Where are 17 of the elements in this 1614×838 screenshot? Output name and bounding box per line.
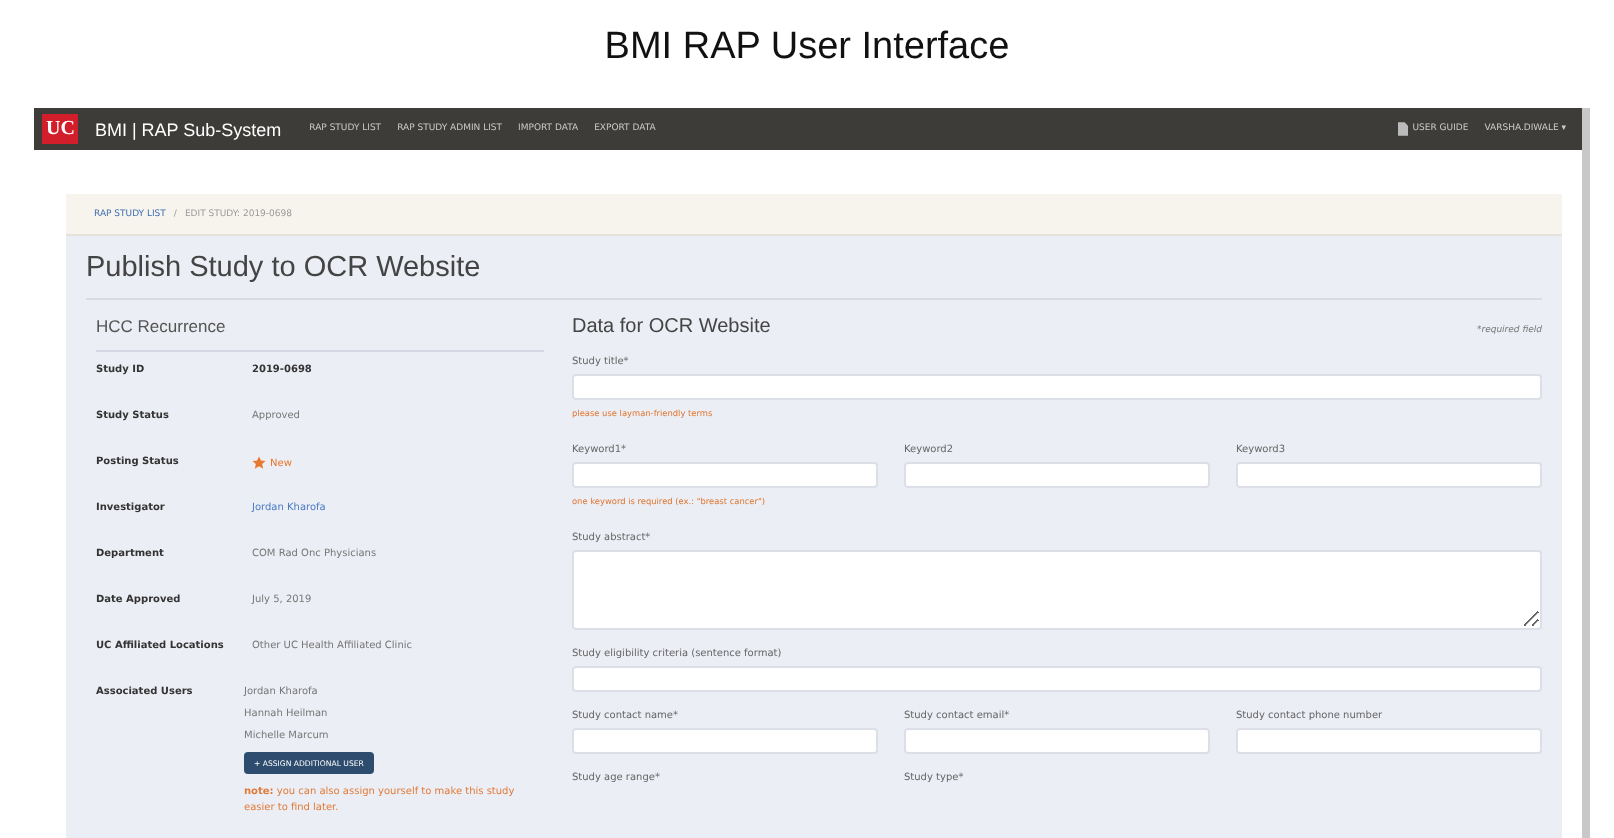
study-title: HCC Recurrence — [96, 316, 544, 352]
input-field[interactable] — [1236, 462, 1542, 488]
form-title: Data for OCR Website — [572, 316, 771, 338]
brand-name[interactable]: BMI | RAP Sub-System — [94, 119, 282, 139]
document-icon — [1398, 122, 1409, 136]
input-field[interactable] — [1236, 728, 1542, 754]
input-field[interactable] — [572, 462, 878, 488]
logo-icon: UC — [42, 114, 79, 144]
input-field[interactable] — [904, 462, 1210, 488]
page-title: Publish Study to OCR Website — [86, 252, 1542, 300]
input-field[interactable] — [572, 666, 1542, 692]
slide-title: BMI RAP User Interface — [602, 24, 1012, 72]
input-field[interactable] — [572, 728, 878, 754]
star-icon — [252, 456, 266, 470]
input-field[interactable] — [904, 728, 1210, 754]
input-field[interactable] — [572, 374, 1542, 400]
text-area[interactable] — [572, 550, 1542, 630]
